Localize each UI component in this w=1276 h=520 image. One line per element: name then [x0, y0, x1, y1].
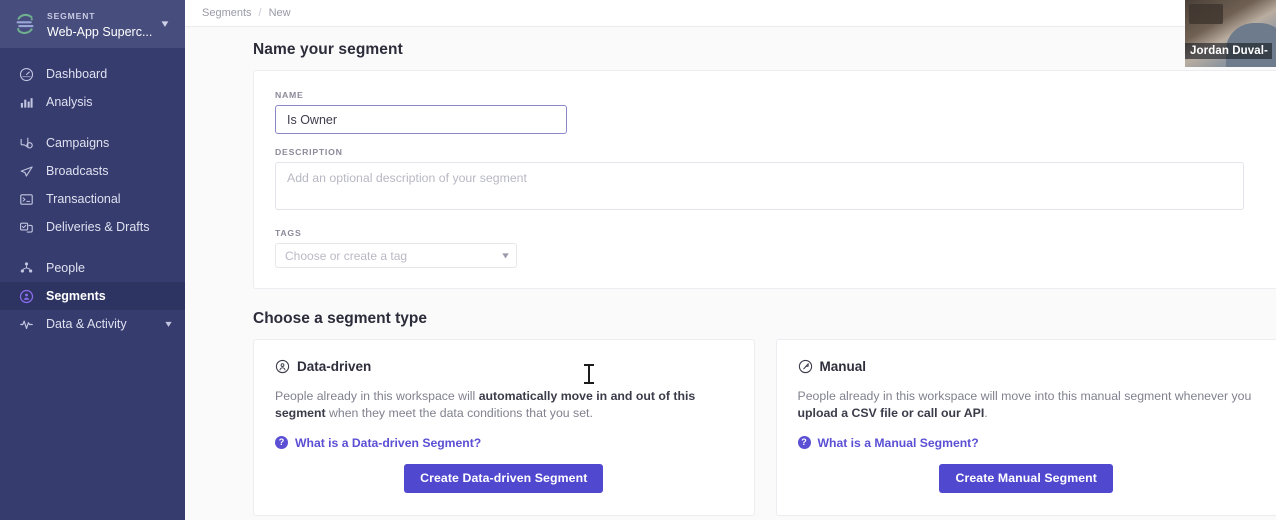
card-description: People already in this workspace will au…	[275, 388, 733, 423]
page-title: Name your segment	[253, 41, 403, 58]
gauge-icon	[18, 66, 34, 82]
description-field-group: DESCRIPTION	[275, 147, 1276, 215]
name-field-group: NAME	[275, 90, 1276, 134]
breadcrumb-separator: /	[258, 7, 262, 19]
webcam-background-shape-left	[1189, 4, 1223, 24]
tags-field-group: TAGS Choose or create a tag ▾	[275, 228, 1276, 268]
card-data-driven[interactable]: Data-driven People already in this works…	[253, 339, 755, 516]
card-button-row: Create Data-driven Segment	[275, 463, 733, 493]
brand-label: SEGMENT	[47, 11, 96, 22]
tags-select-wrapper: Choose or create a tag ▾	[275, 243, 517, 268]
segment-logo-icon	[12, 11, 38, 37]
bar-chart-icon	[18, 94, 34, 110]
sidebar-item-label: Analysis	[46, 95, 93, 109]
nav-divider-2	[0, 241, 185, 254]
create-data-driven-segment-button[interactable]: Create Data-driven Segment	[404, 463, 604, 493]
tags-field-label: TAGS	[275, 228, 302, 238]
card-desc-bold: upload a CSV file or call our API	[797, 406, 985, 421]
sidebar: SEGMENT Web-App Superc... ▾ Dashboard An…	[0, 0, 185, 520]
sidebar-item-people[interactable]: People	[0, 254, 185, 282]
name-field-label: NAME	[275, 90, 304, 100]
sidebar-item-data-activity[interactable]: Data & Activity ▾	[0, 310, 185, 338]
sidebar-item-label: Campaigns	[46, 136, 110, 150]
breadcrumb: Segments / New	[185, 0, 1276, 27]
description-field-label: DESCRIPTION	[275, 147, 343, 157]
terminal-icon	[18, 191, 34, 207]
sidebar-item-analysis[interactable]: Analysis	[0, 88, 185, 116]
segment-type-title: Choose a segment type	[253, 310, 427, 327]
sidebar-item-label: Transactional	[46, 192, 121, 206]
create-manual-segment-button[interactable]: Create Manual Segment	[939, 463, 1113, 493]
page-content: Name your segment NAME DESCRIPTION TAGS …	[185, 27, 1276, 516]
sidebar-item-label: Broadcasts	[46, 164, 109, 178]
main-content: Segments / New Name your segment NAME DE…	[185, 0, 1276, 520]
segment-description-textarea[interactable]	[275, 162, 1244, 210]
link-what-is-manual-segment[interactable]: ? What is a Manual Segment?	[797, 435, 1256, 450]
breadcrumb-current: New	[268, 7, 291, 19]
card-manual[interactable]: Manual People already in this workspace …	[775, 339, 1276, 516]
question-mark-icon: ?	[275, 436, 288, 450]
deliveries-icon	[18, 219, 34, 235]
nav-divider-1	[0, 116, 185, 129]
nav-group-messaging: Campaigns Broadcasts Transactional Deliv…	[0, 129, 185, 241]
broadcast-icon	[18, 163, 34, 179]
activity-pulse-icon	[18, 316, 34, 332]
sidebar-item-label: Dashboard	[46, 67, 108, 81]
card-manual-header: Manual	[798, 359, 1256, 374]
presenter-name-label: Jordan Duval-	[1185, 43, 1272, 59]
megaphone-circle-icon	[18, 135, 34, 151]
sidebar-item-label: Deliveries & Drafts	[46, 220, 150, 234]
sidebar-item-label: Data & Activity	[46, 317, 127, 331]
sidebar-item-transactional[interactable]: Transactional	[0, 185, 185, 213]
card-link-label: What is a Data-driven Segment?	[295, 435, 482, 450]
card-data-driven-header: Data-driven	[275, 359, 733, 374]
card-button-row: Create Manual Segment	[798, 463, 1256, 493]
card-link-label: What is a Manual Segment?	[817, 435, 979, 450]
sidebar-item-segments[interactable]: Segments	[0, 282, 185, 310]
breadcrumb-parent[interactable]: Segments	[202, 7, 252, 19]
nav-group-audience: People Segments Data & Activity ▾	[0, 254, 185, 338]
segments-circle-icon	[18, 288, 34, 304]
card-desc-part2: .	[984, 406, 988, 421]
sidebar-item-label: Segments	[46, 289, 106, 303]
presenter-webcam-overlay: Jordan Duval-	[1185, 0, 1276, 67]
question-mark-icon: ?	[797, 436, 811, 450]
card-description: People already in this workspace will mo…	[798, 388, 1256, 423]
sidebar-item-deliveries-drafts[interactable]: Deliveries & Drafts	[0, 213, 185, 241]
sidebar-item-label: People	[46, 261, 85, 275]
card-title: Data-driven	[297, 359, 372, 374]
data-driven-circle-icon	[275, 359, 290, 374]
workspace-switcher[interactable]: SEGMENT Web-App Superc... ▾	[0, 0, 185, 48]
sidebar-item-broadcasts[interactable]: Broadcasts	[0, 157, 185, 185]
workspace-text: SEGMENT Web-App Superc...	[47, 7, 154, 41]
manual-circle-icon	[798, 359, 813, 374]
card-desc-part1: People already in this workspace will mo…	[797, 389, 1252, 403]
sidebar-nav: Dashboard Analysis Campaigns Broadcasts …	[0, 48, 185, 338]
sidebar-item-dashboard[interactable]: Dashboard	[0, 60, 185, 88]
workspace-name: Web-App Superc...	[47, 25, 153, 39]
nav-group-overview: Dashboard Analysis	[0, 60, 185, 116]
segment-type-cards: Data-driven People already in this works…	[253, 339, 1276, 516]
card-title: Manual	[819, 359, 867, 374]
app-root: SEGMENT Web-App Superc... ▾ Dashboard An…	[0, 0, 1276, 520]
people-icon	[18, 260, 34, 276]
sidebar-item-campaigns[interactable]: Campaigns	[0, 129, 185, 157]
card-desc-part2: when they meet the data conditions that …	[325, 406, 593, 421]
name-segment-panel: NAME DESCRIPTION TAGS Choose or create a…	[253, 70, 1276, 289]
card-desc-part1: People already in this workspace will	[275, 389, 479, 403]
tags-select[interactable]: Choose or create a tag	[275, 243, 517, 268]
chevron-down-icon[interactable]: ▾	[165, 319, 171, 330]
chevron-down-icon[interactable]: ▾	[162, 18, 177, 30]
link-what-is-data-driven-segment[interactable]: ? What is a Data-driven Segment?	[275, 436, 733, 450]
segment-name-input[interactable]	[275, 105, 567, 134]
